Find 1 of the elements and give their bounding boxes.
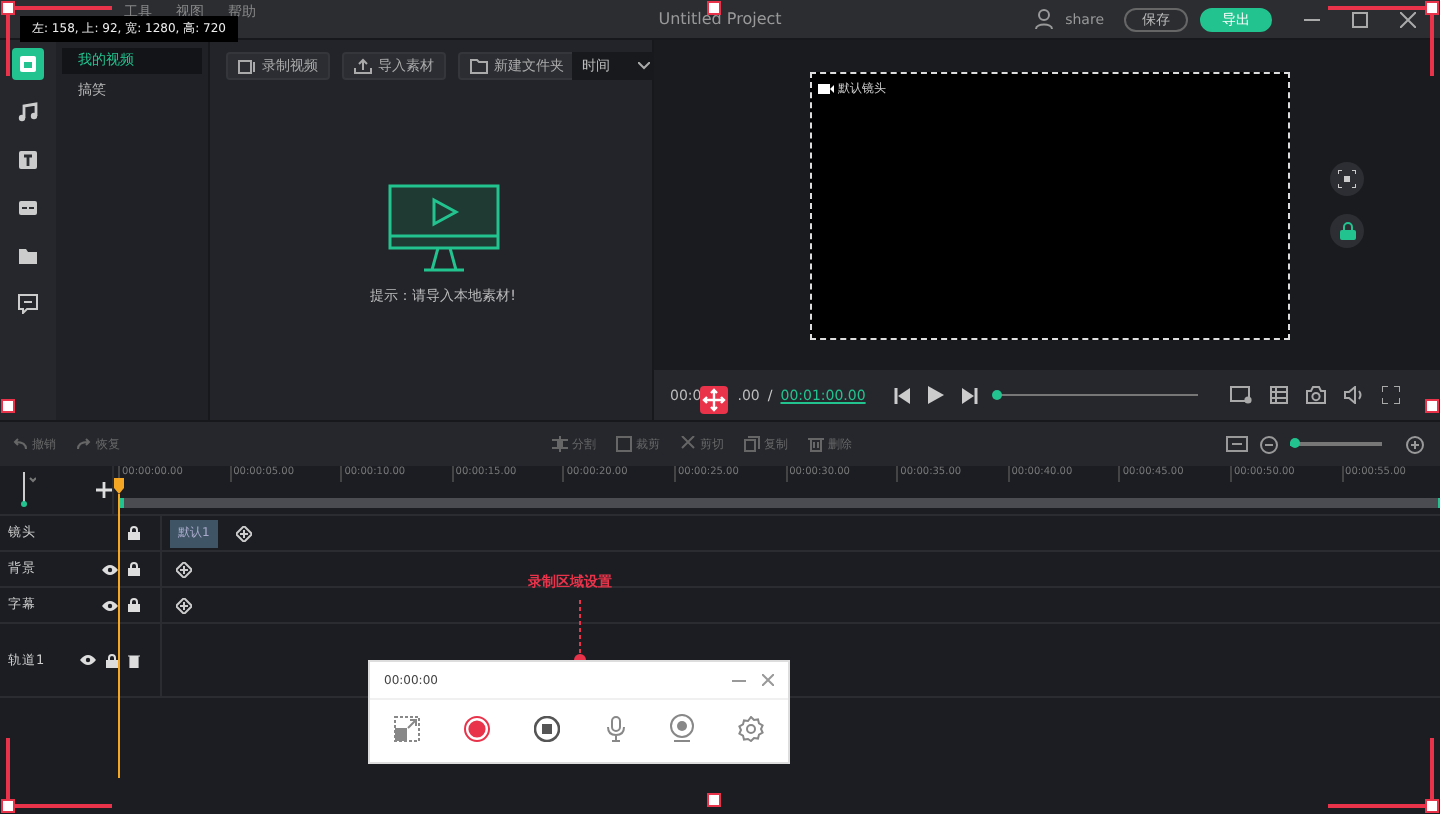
window-title: Untitled Project [658,10,782,28]
